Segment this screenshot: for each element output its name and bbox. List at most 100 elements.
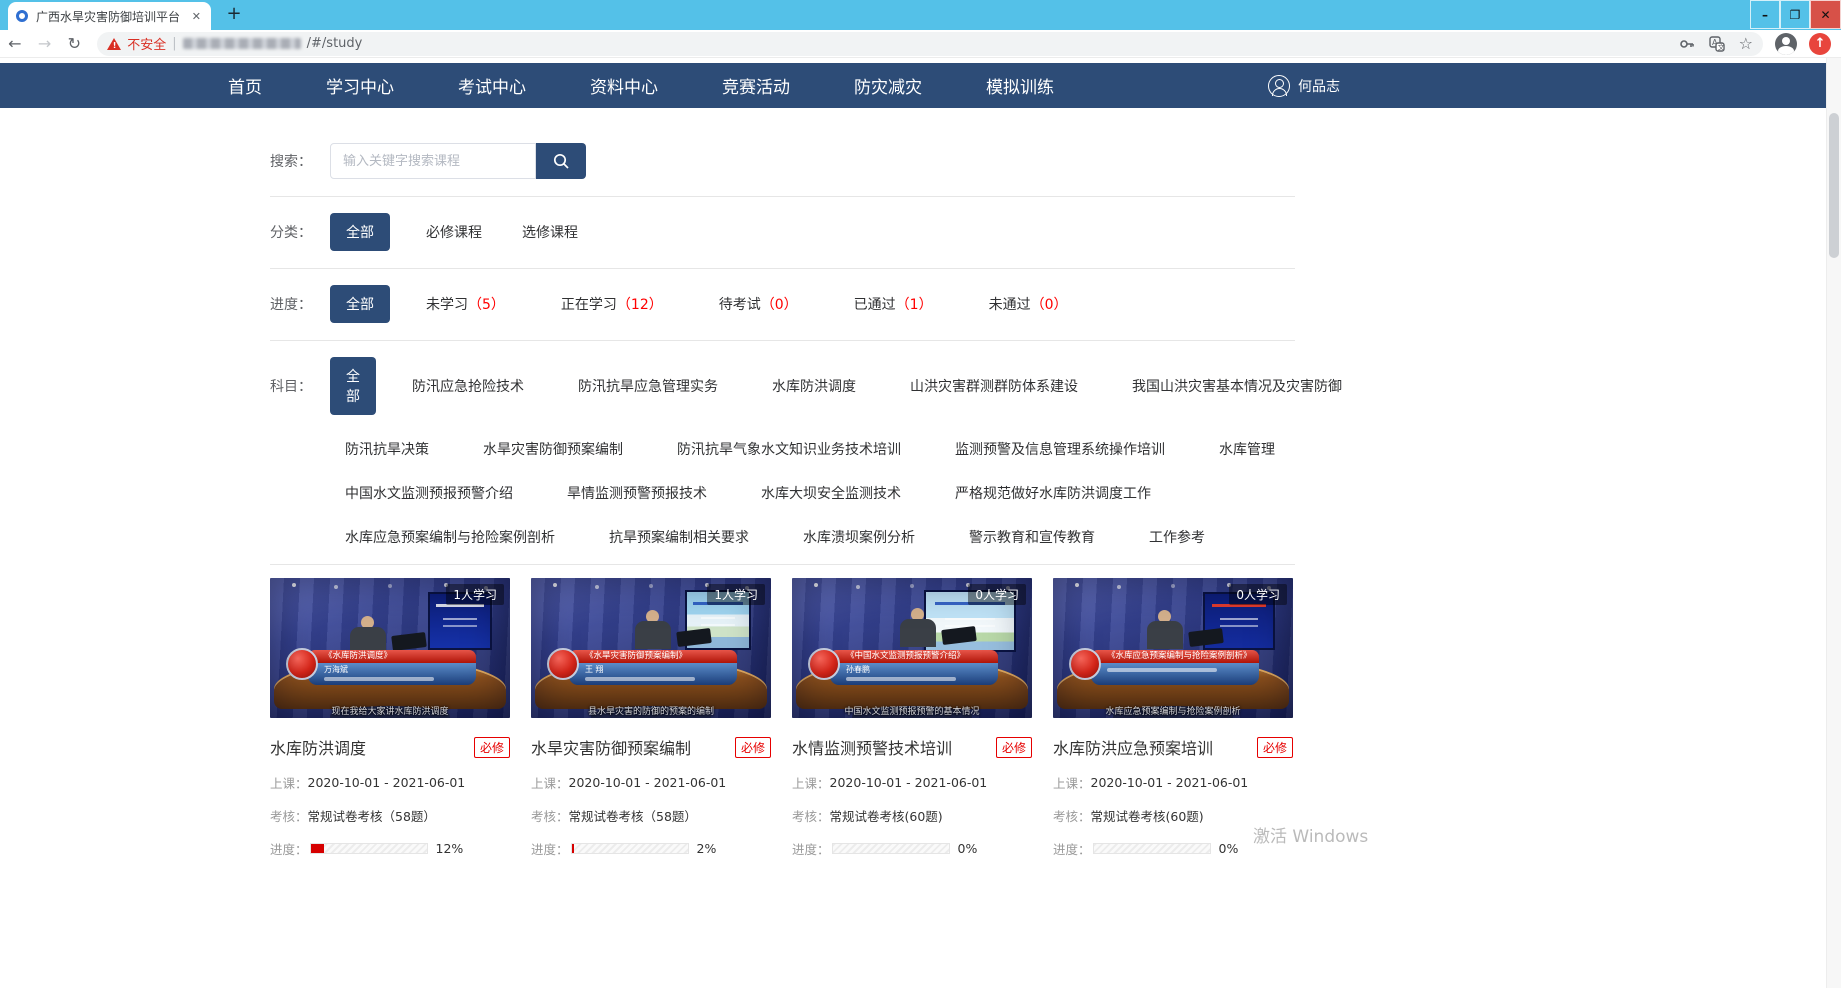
- subject-option[interactable]: 监测预警及信息管理系统操作培训: [955, 439, 1165, 459]
- subject-option[interactable]: 防汛抗旱气象水文知识业务技术培训: [677, 439, 901, 459]
- course-card[interactable]: 《水库应急预案编制与抢险案例剖析》 水库应急预案编制与抢险案例剖析 0人学习 水…: [1053, 578, 1293, 858]
- security-warning-icon[interactable]: !: [107, 38, 121, 50]
- presenter-name: 孙春鹏: [846, 665, 998, 674]
- required-badge: 必修: [1257, 737, 1293, 758]
- option-text: 未学习: [426, 297, 468, 313]
- course-thumbnail[interactable]: 《水库应急预案编制与抢险案例剖析》 水库应急预案编制与抢险案例剖析 0人学习: [1053, 578, 1293, 718]
- course-thumbnail[interactable]: 《水旱灾害防御预案编制》 王 翔 县水旱灾害的防御的预案的编制 1人学习: [531, 578, 771, 718]
- course-title[interactable]: 水旱灾害防御预案编制: [531, 735, 735, 759]
- class-time-value: 2020-10-01 - 2021-06-01: [308, 775, 466, 790]
- progress-all-button[interactable]: 全部: [330, 285, 390, 323]
- category-option-required[interactable]: 必修课程: [426, 222, 482, 242]
- option-count: （0）: [1031, 297, 1068, 313]
- browser-update-icon[interactable]: ↑: [1809, 33, 1831, 55]
- progress-bar: [571, 843, 689, 854]
- nav-item-exam-center[interactable]: 考试中心: [458, 73, 526, 98]
- maximize-button[interactable]: ❐: [1780, 0, 1810, 29]
- banner-title: 《水库防洪调度》: [308, 650, 476, 663]
- back-button[interactable]: ←: [0, 34, 30, 53]
- subject-option[interactable]: 旱情监测预警预报技术: [567, 483, 707, 503]
- subject-all-button[interactable]: 全部: [330, 357, 376, 415]
- banner-subtitle-bar: [585, 677, 695, 681]
- subject-option[interactable]: 我国山洪灾害基本情况及灾害防御: [1132, 376, 1342, 396]
- course-thumbnail[interactable]: 《水库防洪调度》 万海斌 现在我给大家讲水库防洪调度 1人学习: [270, 578, 510, 718]
- subject-option[interactable]: 抗旱预案编制相关要求: [609, 527, 749, 547]
- course-title[interactable]: 水库防洪应急预案培训: [1053, 735, 1257, 759]
- progress-option-not-started[interactable]: 未学习（5）: [426, 294, 505, 314]
- subject-option[interactable]: 水库应急预案编制与抢险案例剖析: [345, 527, 555, 547]
- address-bar[interactable]: ! 不安全 | /#/study A 文 ☆: [97, 32, 1763, 56]
- minimize-button[interactable]: –: [1750, 0, 1780, 29]
- course-card[interactable]: 《水库防洪调度》 万海斌 现在我给大家讲水库防洪调度 1人学习 水库防洪调度 必…: [270, 578, 510, 858]
- progress-option-in-progress[interactable]: 正在学习（12）: [561, 294, 663, 314]
- browser-tab[interactable]: 广西水旱灾害防御培训平台 ✕: [8, 2, 211, 30]
- lower-third-banner: 《中国水文监测预报预警介绍》 孙春鹏: [830, 650, 998, 685]
- nav-item-learning-center[interactable]: 学习中心: [326, 73, 394, 98]
- security-warning-label[interactable]: 不安全: [127, 34, 166, 53]
- class-time-value: 2020-10-01 - 2021-06-01: [569, 775, 727, 790]
- progress-option-failed[interactable]: 未通过（0）: [989, 294, 1068, 314]
- option-text: 未通过: [989, 297, 1031, 313]
- subject-option[interactable]: 水库溃坝案例分析: [803, 527, 915, 547]
- progress-option-passed[interactable]: 已通过（1）: [854, 294, 933, 314]
- required-badge: 必修: [474, 737, 510, 758]
- category-option-elective[interactable]: 选修课程: [522, 222, 578, 242]
- presenter-figure: [900, 608, 936, 647]
- nav-item-home[interactable]: 首页: [228, 73, 262, 98]
- course-card[interactable]: 《中国水文监测预报预警介绍》 孙春鹏 中国水文监测预报预警的基本情况 0人学习 …: [792, 578, 1032, 858]
- course-title[interactable]: 水情监测预警技术培训: [792, 735, 996, 759]
- nav-item-disaster-reduction[interactable]: 防灾减灾: [854, 73, 922, 98]
- subject-option[interactable]: 防汛抗旱决策: [345, 439, 429, 459]
- bookmark-star-icon[interactable]: ☆: [1739, 36, 1753, 52]
- subject-option[interactable]: 水旱灾害防御预案编制: [483, 439, 623, 459]
- course-card[interactable]: 《水旱灾害防御预案编制》 王 翔 县水旱灾害的防御的预案的编制 1人学习 水旱灾…: [531, 578, 771, 858]
- progress-label: 进度：: [531, 839, 569, 858]
- banner-logo-icon: [808, 648, 840, 680]
- option-text: 正在学习: [561, 297, 617, 313]
- class-time-value: 2020-10-01 - 2021-06-01: [830, 775, 988, 790]
- user-menu[interactable]: 何品志: [1268, 75, 1340, 97]
- subject-option[interactable]: 防汛抗旱应急管理实务: [578, 376, 718, 396]
- subject-option[interactable]: 水库防洪调度: [772, 376, 856, 396]
- nav-item-simulation-training[interactable]: 模拟训练: [986, 73, 1054, 98]
- course-thumbnail[interactable]: 《中国水文监测预报预警介绍》 孙春鹏 中国水文监测预报预警的基本情况 0人学习: [792, 578, 1032, 718]
- subject-option[interactable]: 防汛应急抢险技术: [412, 376, 524, 396]
- category-all-button[interactable]: 全部: [330, 213, 390, 251]
- nav-item-competitions[interactable]: 竞赛活动: [722, 73, 790, 98]
- presenter-figure: [1147, 610, 1183, 649]
- translate-icon[interactable]: A 文: [1709, 36, 1725, 52]
- subject-option[interactable]: 山洪灾害群测群防体系建设: [910, 376, 1078, 396]
- subject-option[interactable]: 水库大坝安全监测技术: [761, 483, 901, 503]
- banner-subtitle-bar: [1107, 668, 1217, 672]
- progress-option-awaiting-exam[interactable]: 待考试（0）: [719, 294, 798, 314]
- subject-option[interactable]: 严格规范做好水库防洪调度工作: [955, 483, 1151, 503]
- site-favicon-icon: [16, 10, 28, 22]
- banner-logo-icon: [286, 648, 318, 680]
- subject-option[interactable]: 中国水文监测预报预警介绍: [345, 483, 513, 503]
- exam-value: 常规试卷考核（58题）: [308, 806, 436, 825]
- subtitle-caption: 现在我给大家讲水库防洪调度: [270, 704, 510, 717]
- search-input[interactable]: [330, 143, 536, 179]
- class-time-label: 上课：: [270, 773, 308, 792]
- option-text: 已通过: [854, 297, 896, 313]
- lower-third-banner: 《水库应急预案编制与抢险案例剖析》: [1091, 650, 1259, 685]
- new-tab-button[interactable]: +: [222, 3, 246, 24]
- search-button[interactable]: [536, 143, 586, 179]
- course-title[interactable]: 水库防洪调度: [270, 735, 474, 759]
- url-path: /#/study: [307, 36, 363, 51]
- subject-option[interactable]: 工作参考: [1149, 527, 1205, 547]
- subject-option[interactable]: 水库管理: [1219, 439, 1275, 459]
- close-button[interactable]: ✕: [1810, 0, 1841, 29]
- tab-close-icon[interactable]: ✕: [190, 10, 203, 23]
- scrollbar-thumb[interactable]: [1829, 113, 1839, 258]
- refresh-button[interactable]: ↻: [60, 34, 90, 53]
- nav-item-materials-center[interactable]: 资料中心: [590, 73, 658, 98]
- subject-option[interactable]: 警示教育和宣传教育: [969, 527, 1095, 547]
- banner-logo-icon: [1069, 648, 1101, 680]
- key-icon[interactable]: [1679, 36, 1695, 52]
- studio-lights-decoration: [553, 583, 557, 587]
- profile-avatar-icon[interactable]: [1775, 33, 1797, 55]
- page-scrollbar[interactable]: [1826, 58, 1841, 988]
- category-label: 分类：: [270, 222, 330, 242]
- site-navbar: 首页 学习中心 考试中心 资料中心 竞赛活动 防灾减灾 模拟训练 何品志: [0, 63, 1841, 108]
